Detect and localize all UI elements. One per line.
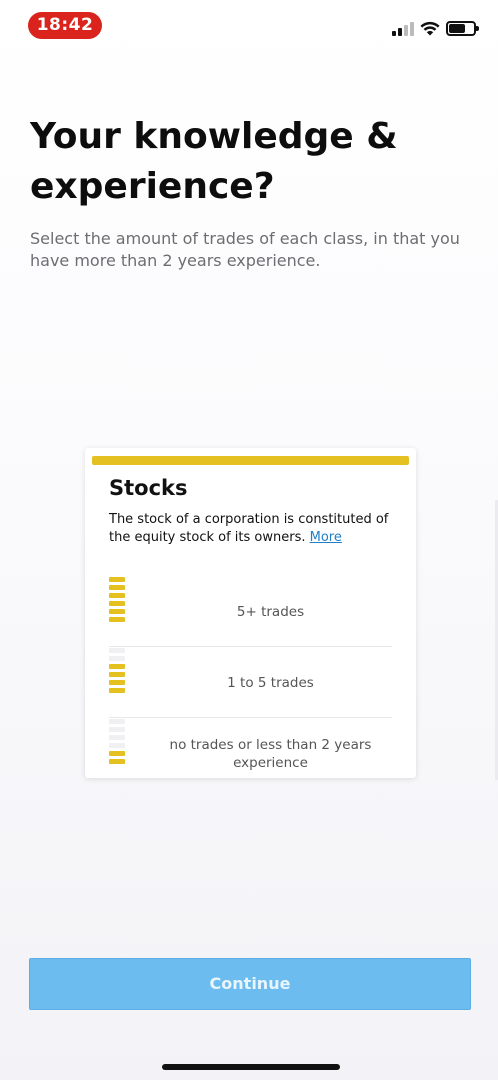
signal-icon — [392, 22, 414, 36]
card-title: Stocks — [109, 476, 188, 500]
level-bar — [109, 593, 125, 598]
option-no-trades[interactable]: no trades or less than 2 years experienc… — [109, 719, 392, 789]
home-indicator — [162, 1064, 340, 1070]
level-bars-icon — [109, 719, 125, 764]
level-bars-icon — [109, 648, 125, 693]
more-link[interactable]: More — [310, 530, 342, 545]
page-title: Your knowledge & experience? — [30, 116, 398, 207]
option-label: 1 to 5 trades — [227, 674, 314, 691]
option-5-plus-trades[interactable]: 5+ trades — [109, 577, 392, 647]
level-bar — [109, 680, 125, 685]
level-bar — [109, 672, 125, 677]
option-label: 5+ trades — [236, 603, 305, 620]
status-bar: 18:42 — [0, 0, 498, 48]
card-accent-bar — [92, 456, 409, 465]
card-description-text: The stock of a corporation is constitute… — [109, 512, 389, 545]
level-bar — [109, 688, 125, 693]
status-time: 18:42 — [28, 12, 102, 39]
level-bar — [109, 601, 125, 606]
level-bar — [109, 609, 125, 614]
level-bar — [109, 617, 125, 622]
page-subtitle: Select the amount of trades of each clas… — [30, 229, 460, 270]
level-bar — [109, 585, 125, 590]
level-bar — [109, 751, 125, 756]
level-bar — [109, 719, 125, 724]
option-1-to-5-trades[interactable]: 1 to 5 trades — [109, 648, 392, 718]
level-bar — [109, 664, 125, 669]
level-bar — [109, 743, 125, 748]
level-bar — [109, 759, 125, 764]
level-bar — [109, 656, 125, 661]
asset-class-card-stocks: Stocks The stock of a corporation is con… — [85, 448, 416, 778]
status-icons — [392, 20, 479, 36]
wifi-icon — [420, 21, 440, 36]
card-description: The stock of a corporation is constitute… — [109, 511, 399, 547]
level-bar — [109, 735, 125, 740]
option-label: no trades or less than 2 years experienc… — [169, 737, 372, 771]
level-bars-icon — [109, 577, 125, 622]
battery-icon — [446, 21, 479, 36]
level-bar — [109, 648, 125, 653]
level-bar — [109, 727, 125, 732]
level-bar — [109, 577, 125, 582]
continue-button[interactable]: Continue — [29, 958, 471, 1010]
